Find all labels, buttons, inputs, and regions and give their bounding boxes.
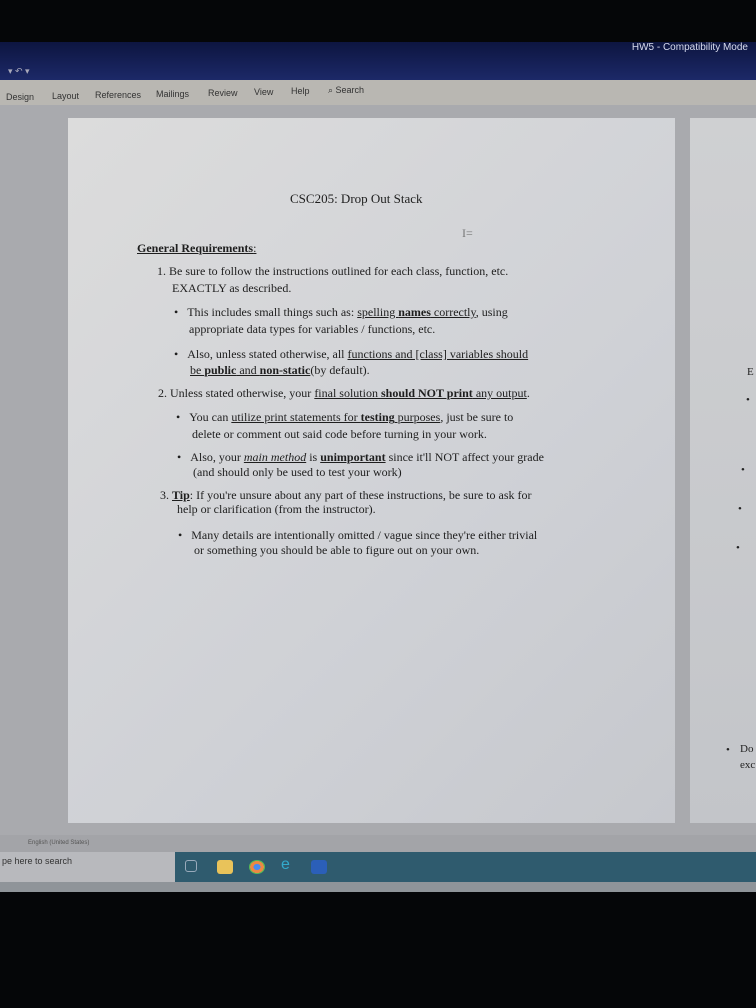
search-box[interactable]: ⌕ Search	[328, 85, 364, 96]
file-explorer-icon[interactable]	[217, 860, 233, 874]
tab-view[interactable]: View	[254, 87, 273, 97]
search-label: Search	[335, 85, 365, 95]
next-page-text: exc	[740, 759, 756, 771]
chrome-icon[interactable]	[249, 860, 265, 874]
ribbon-tabs: Design Layout References Mailings Review…	[0, 80, 756, 108]
search-icon: ⌕	[328, 85, 336, 95]
taskbar-search-input[interactable]: pe here to search	[0, 852, 175, 882]
undo-icon[interactable]: ▾ ↶ ▾	[8, 66, 30, 77]
next-page-text: Do	[740, 743, 754, 755]
tab-design[interactable]: Design	[6, 92, 34, 102]
bullet-icon: •	[726, 744, 730, 756]
next-page-letter: E	[747, 366, 754, 378]
edge-icon[interactable]: e	[281, 856, 297, 873]
tab-mailings[interactable]: Mailings	[156, 89, 189, 99]
bullet-icon: •	[741, 464, 745, 476]
word-icon[interactable]	[311, 860, 327, 874]
tab-layout[interactable]: Layout	[52, 91, 79, 101]
document-page[interactable]	[68, 118, 675, 823]
bullet-icon: •	[738, 503, 742, 515]
tab-references[interactable]: References	[95, 90, 141, 100]
language-status[interactable]: English (United States)	[28, 840, 89, 846]
task-view-icon[interactable]	[185, 860, 197, 872]
window-title: HW5 - Compatibility Mode	[631, 42, 748, 53]
tab-help[interactable]: Help	[291, 86, 310, 96]
tab-review[interactable]: Review	[208, 88, 238, 98]
next-page[interactable]: E • • • • • Do exc	[690, 118, 756, 823]
document-title: CSC205: Drop Out Stack	[290, 191, 423, 206]
taskbar: pe here to search e	[0, 852, 756, 892]
title-bar: ▾ ↶ ▾ HW5 - Compatibility Mode	[0, 42, 756, 82]
status-bar: English (United States)	[0, 835, 756, 853]
taskbar-icons: e	[175, 852, 756, 882]
bullet-icon: •	[736, 542, 740, 554]
bullet-icon: •	[746, 394, 750, 406]
